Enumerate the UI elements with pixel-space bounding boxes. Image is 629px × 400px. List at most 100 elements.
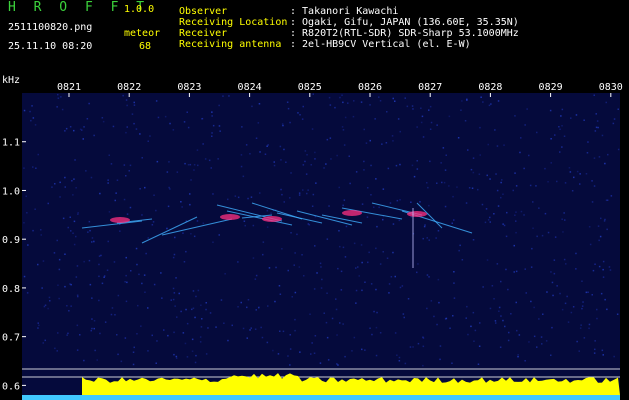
noise-dot <box>147 307 149 309</box>
noise-dot <box>342 101 344 104</box>
noise-dot <box>107 182 109 184</box>
noise-dot <box>23 167 25 169</box>
noise-dot <box>588 226 591 228</box>
noise-dot <box>501 179 503 181</box>
noise-dot <box>129 206 132 209</box>
noise-dot <box>57 332 59 334</box>
noise-dot <box>388 283 391 285</box>
noise-dot <box>467 333 469 336</box>
noise-dot <box>144 186 146 189</box>
meteor-echo-head <box>220 214 240 220</box>
info-value-antenna: : 2el-HB9CV Vertical (el. E-W) <box>290 39 471 50</box>
noise-dot <box>124 337 127 339</box>
info-key-antenna: Receiving antenna <box>179 39 282 50</box>
noise-dot <box>200 326 203 328</box>
noise-dot <box>326 138 329 141</box>
noise-dot <box>160 272 162 274</box>
noise-dot <box>544 212 547 215</box>
noise-dot <box>363 128 365 131</box>
noise-dot <box>156 160 159 163</box>
noise-dot <box>309 313 311 315</box>
noise-dot <box>378 206 380 209</box>
noise-dot <box>255 274 258 277</box>
noise-dot <box>598 239 600 242</box>
noise-dot <box>289 364 291 366</box>
noise-dot <box>310 164 312 166</box>
noise-dot <box>506 211 508 214</box>
noise-dot <box>339 322 341 324</box>
noise-dot <box>108 211 111 213</box>
noise-dot <box>335 308 338 311</box>
noise-dot <box>37 153 39 156</box>
noise-dot <box>515 220 517 222</box>
noise-dot <box>58 268 61 271</box>
noise-dot <box>373 206 375 208</box>
noise-dot <box>597 126 599 129</box>
noise-dot <box>79 334 81 336</box>
noise-dot <box>338 186 340 189</box>
noise-dot <box>554 134 556 136</box>
noise-dot <box>180 201 182 203</box>
noise-dot <box>398 356 401 359</box>
noise-dot <box>382 188 385 190</box>
noise-dot <box>353 242 356 245</box>
noise-dot <box>101 282 104 285</box>
noise-dot <box>453 282 455 284</box>
noise-dot <box>342 204 344 207</box>
noise-dot <box>211 135 213 137</box>
noise-dot <box>186 322 189 325</box>
noise-dot <box>27 244 29 246</box>
noise-dot <box>394 275 396 278</box>
noise-dot <box>125 274 127 277</box>
noise-dot <box>126 281 128 284</box>
noise-dot <box>37 327 39 329</box>
noise-dot <box>191 338 194 341</box>
noise-dot <box>64 176 66 179</box>
noise-dot <box>594 340 596 342</box>
noise-dot <box>173 292 176 294</box>
noise-dot <box>585 173 588 175</box>
noise-dot <box>261 336 264 339</box>
noise-dot <box>581 305 584 307</box>
noise-dot <box>604 162 606 165</box>
noise-dot <box>181 206 183 208</box>
noise-dot <box>460 109 462 111</box>
noise-dot <box>201 318 203 320</box>
noise-dot <box>156 340 158 342</box>
noise-dot <box>174 305 176 307</box>
noise-dot <box>370 194 372 196</box>
noise-dot <box>259 151 261 153</box>
noise-dot <box>513 271 515 273</box>
noise-dot <box>266 226 269 228</box>
noise-dot <box>56 106 58 108</box>
noise-dot <box>247 299 250 301</box>
noise-dot <box>473 340 475 342</box>
noise-dot <box>404 362 407 365</box>
noise-dot <box>588 323 591 326</box>
noise-dot <box>145 252 147 255</box>
noise-dot <box>69 216 71 218</box>
noise-dot <box>423 225 426 228</box>
noise-dot <box>126 104 128 107</box>
noise-dot <box>520 210 523 213</box>
noise-dot <box>334 106 336 109</box>
noise-dot <box>73 178 75 180</box>
noise-dot <box>428 204 430 207</box>
noise-dot <box>608 266 611 268</box>
noise-dot <box>531 247 533 250</box>
noise-dot <box>139 133 141 135</box>
noise-dot <box>480 96 482 98</box>
noise-dot <box>86 118 89 120</box>
noise-dot <box>496 263 499 265</box>
noise-dot <box>426 274 429 276</box>
noise-dot <box>277 353 280 355</box>
noise-dot <box>136 263 138 266</box>
noise-dot <box>114 199 116 202</box>
noise-dot <box>240 301 242 304</box>
noise-dot <box>552 294 554 297</box>
noise-dot <box>246 337 248 339</box>
noise-dot <box>390 276 393 278</box>
noise-dot <box>581 307 583 310</box>
noise-dot <box>518 334 521 336</box>
noise-dot <box>410 201 412 203</box>
